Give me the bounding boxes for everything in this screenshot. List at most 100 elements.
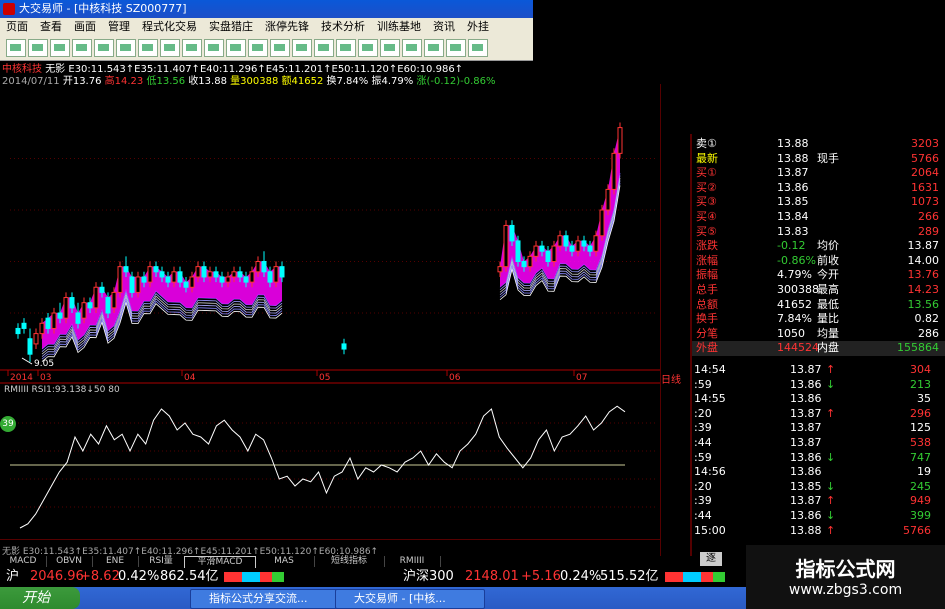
quote-row: 买① 13.87 2064 (692, 166, 945, 181)
candle-body (165, 276, 171, 283)
hs300-pct: 0.24% (560, 569, 602, 584)
toolbar-icon (186, 44, 197, 51)
candle-body (593, 235, 599, 252)
tab-obvn[interactable]: OBVN (46, 556, 93, 567)
toolbar-button[interactable] (6, 39, 26, 57)
candle-body (219, 276, 225, 283)
toolbar-button[interactable] (424, 39, 444, 57)
quote-mid: 均价 (817, 239, 839, 253)
candle-body (213, 271, 219, 278)
quote-mid: 量比 (817, 312, 839, 326)
toolbar-button[interactable] (292, 39, 312, 57)
candle-body (243, 276, 249, 283)
toolbar-button[interactable] (204, 39, 224, 57)
task-browser[interactable]: 指标公式分享交流... (190, 589, 345, 609)
toolbar-button[interactable] (314, 39, 334, 57)
quote-mid: 最高 (817, 282, 839, 296)
indicator-badge[interactable]: 39 (0, 416, 16, 432)
app-icon (3, 3, 15, 15)
toolbar-button[interactable] (468, 39, 488, 57)
quote-number: 3203 (911, 137, 939, 150)
toolbar-icon (54, 44, 65, 51)
tick-time: :39 (694, 421, 712, 435)
toolbar-button[interactable] (380, 39, 400, 57)
tick-arrow: ↑ (826, 523, 836, 537)
quote-number: 286 (918, 326, 939, 340)
tick-time: :39 (694, 494, 712, 508)
toolbar-button[interactable] (28, 39, 48, 57)
menu-info[interactable]: 资讯 (427, 18, 461, 36)
toolbar-button[interactable] (336, 39, 356, 57)
toolbar-button[interactable] (160, 39, 180, 57)
menu-page[interactable]: 页面 (0, 18, 34, 36)
toolbar-button[interactable] (248, 39, 268, 57)
task-trading-app[interactable]: 大交易师 - [中核... (335, 589, 485, 609)
candle-body (153, 266, 159, 273)
tab-ene[interactable]: ENE (92, 556, 139, 567)
toolbar-icon (406, 44, 417, 51)
tab-macd[interactable]: MACD (0, 556, 47, 567)
candle-body (527, 255, 533, 268)
menu-live-hunt[interactable]: 实盘猎庄 (203, 18, 259, 36)
toolbar-button[interactable] (50, 39, 70, 57)
menu-training[interactable]: 训练基地 (371, 18, 427, 36)
toolbar (0, 36, 533, 61)
tick-row: 14:56 13.86 19 (692, 465, 945, 480)
quote-mid: 现手 (817, 151, 839, 165)
kline-chart[interactable]: 13.0012.0011.000.00201403040506079.05 RM… (0, 84, 660, 540)
time-label: 04 (184, 373, 196, 383)
toolbar-icon (384, 44, 395, 51)
tick-arrow: ↓ (826, 508, 836, 522)
quote-number: 1073 (911, 195, 939, 209)
tick-price: 13.86 (790, 377, 822, 391)
candle-body (557, 235, 563, 247)
toolbar-button[interactable] (94, 39, 114, 57)
quote-row: 买⑤ 13.83 289 (692, 225, 945, 240)
quote-panel: 卖① 13.88 3203 最新 13.88 现手 5766 买① 13.87 2064 买② 13.… (692, 137, 945, 356)
quote-value: 13.86 (777, 180, 809, 194)
candle-body (171, 271, 177, 283)
tick-row: 15:00 13.88 ↑ 5766 (692, 524, 945, 539)
quote-value: 7.84% (777, 312, 812, 326)
toolbar-button[interactable] (182, 39, 202, 57)
toolbar-button[interactable] (138, 39, 158, 57)
toolbar-button[interactable] (402, 39, 422, 57)
watermark-url: www.zbgs3.com (788, 582, 903, 598)
toolbar-button[interactable] (358, 39, 378, 57)
menu-limit-up[interactable]: 涨停先锋 (259, 18, 315, 36)
tick-price: 13.86 (790, 465, 822, 479)
quote-value: -0.86% (777, 253, 816, 267)
tab-short-indicator[interactable]: 短线指标 (314, 556, 385, 567)
toolbar-button[interactable] (446, 39, 466, 57)
tab-detail[interactable]: 逐 (700, 552, 722, 566)
toolbar-button[interactable] (226, 39, 246, 57)
tab-rmiiii[interactable]: RMIIII (384, 556, 441, 567)
quote-key: 买④ (696, 209, 717, 223)
menu-plugin[interactable]: 外挂 (461, 18, 495, 36)
start-button[interactable]: 开始 (0, 587, 80, 609)
menu-view[interactable]: 查看 (34, 18, 68, 36)
tab-rsi-volume[interactable]: RSI量 (138, 556, 185, 567)
tick-row: :44 13.86 ↓ 399 (692, 509, 945, 524)
quote-mid: 均量 (817, 326, 839, 340)
period-label[interactable]: 日线 (661, 371, 681, 386)
quote-mid: 内盘 (817, 341, 839, 355)
menu-bar: 页面 查看 画面 管理 程式化交易 实盘猎庄 涨停先锋 技术分析 训练基地 资讯 外挂 (0, 18, 533, 36)
tick-volume: 245 (910, 479, 931, 493)
candle-body (497, 266, 503, 273)
tick-volume: 747 (910, 450, 931, 464)
quote-key: 涨幅 (696, 253, 718, 267)
toolbar-button[interactable] (270, 39, 290, 57)
quote-number: 155864 (897, 341, 939, 355)
menu-manage[interactable]: 管理 (102, 18, 136, 36)
tick-volume: 5766 (903, 523, 931, 537)
menu-screen[interactable]: 画面 (68, 18, 102, 36)
menu-program-trade[interactable]: 程式化交易 (136, 18, 203, 36)
menu-tech-analysis[interactable]: 技术分析 (315, 18, 371, 36)
candle-body (117, 266, 123, 293)
toolbar-button[interactable] (116, 39, 136, 57)
candle-body (27, 338, 33, 355)
toolbar-button[interactable] (72, 39, 92, 57)
candle-body (81, 302, 87, 319)
tab-mas[interactable]: MAS (254, 556, 315, 567)
